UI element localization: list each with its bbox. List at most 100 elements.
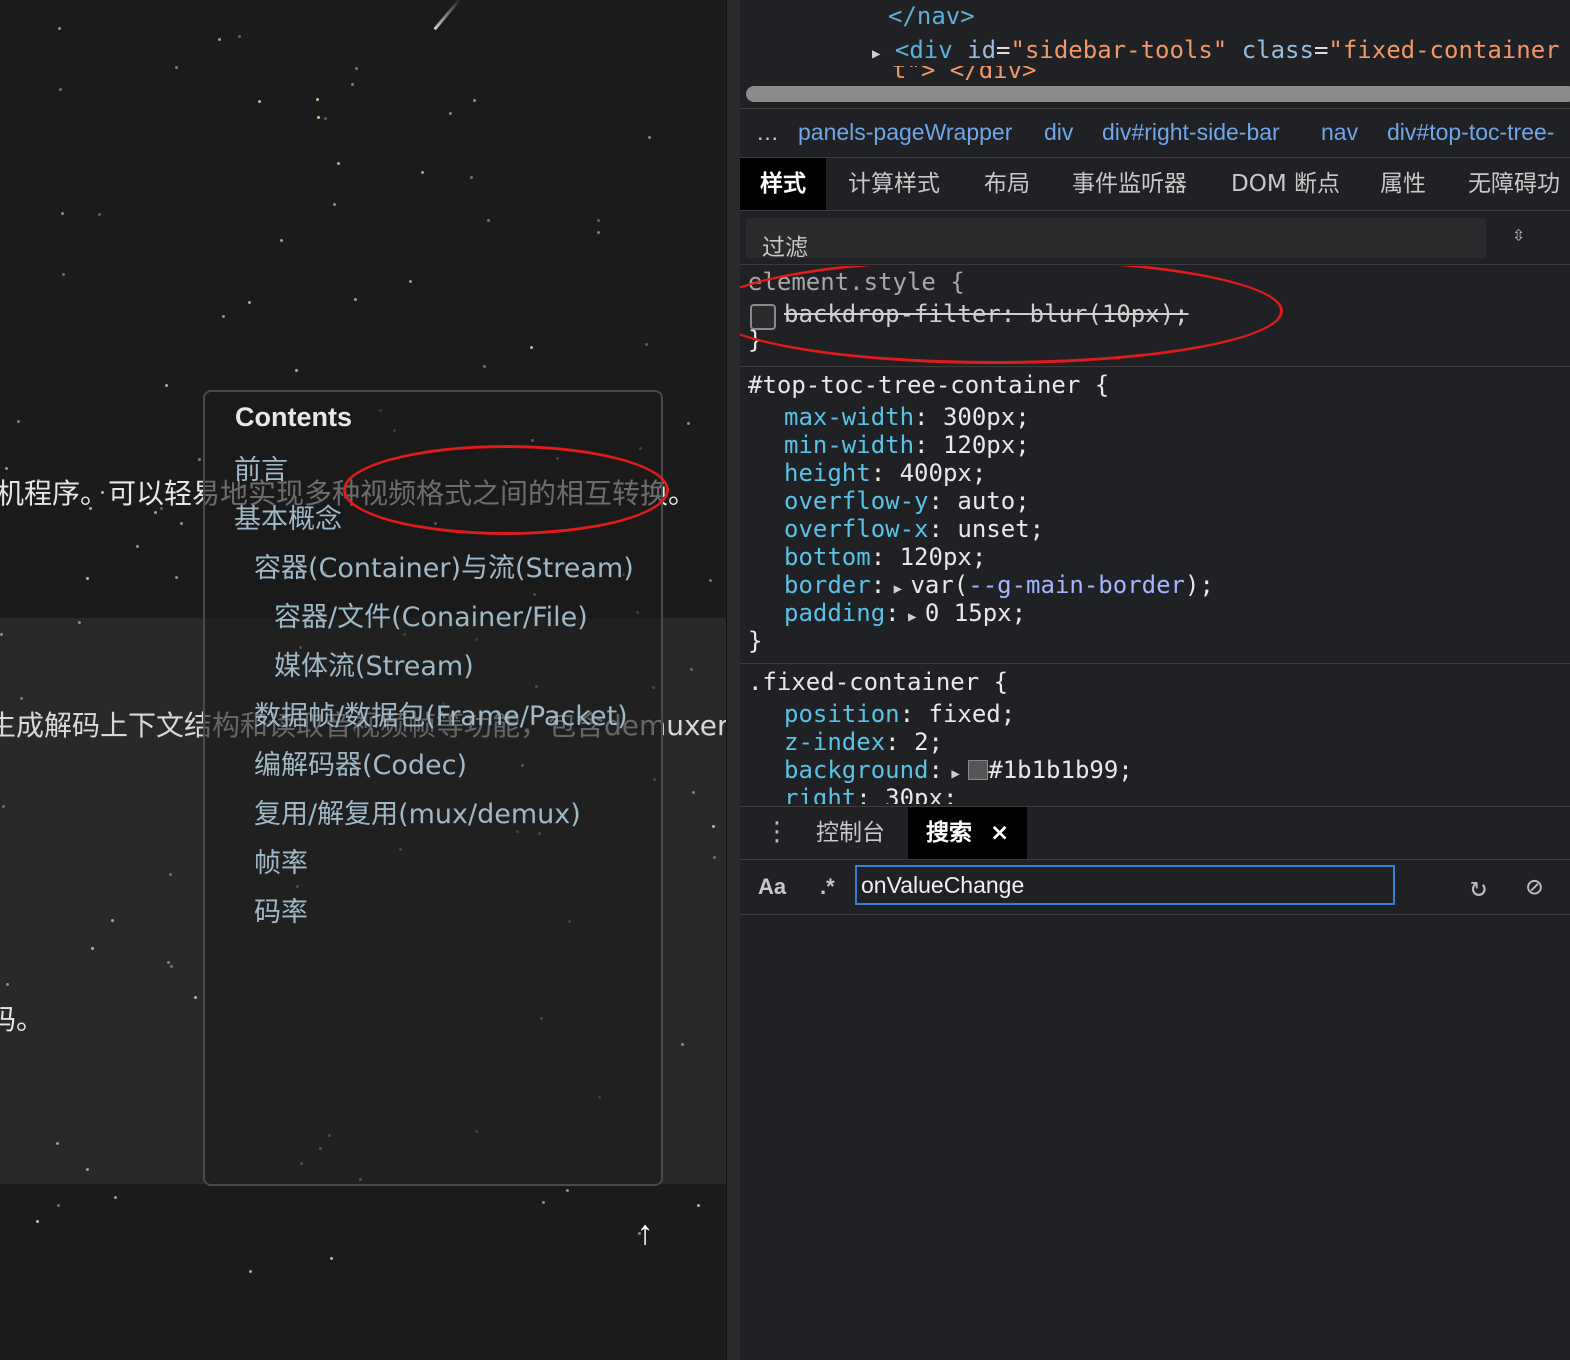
expand-triangle-icon: ▶ bbox=[942, 766, 969, 782]
star-dot bbox=[78, 621, 81, 624]
panel-splitter[interactable] bbox=[726, 0, 741, 1360]
star-dot bbox=[473, 99, 476, 102]
star-dot bbox=[20, 697, 23, 700]
search-bar: Aa .* ↻ ⊘ bbox=[740, 860, 1570, 915]
star-dot bbox=[648, 136, 651, 139]
declaration[interactable]: overflow-x: unset; bbox=[784, 515, 1044, 543]
tab-search[interactable]: 搜索 × bbox=[908, 807, 1028, 859]
refresh-icon[interactable]: ↻ bbox=[1470, 870, 1487, 903]
toc-item[interactable]: 基本概念 bbox=[234, 497, 342, 536]
star-dot bbox=[470, 176, 473, 179]
star-dot bbox=[330, 1257, 333, 1260]
declaration[interactable]: max-width: 300px; bbox=[784, 403, 1030, 431]
star-dot bbox=[194, 996, 197, 999]
toc-item[interactable]: 容器(Container)与流(Stream) bbox=[254, 546, 634, 585]
tab-layout[interactable]: 布局 bbox=[984, 158, 1030, 210]
layers-toggle-icon[interactable]: ⇳ bbox=[1512, 222, 1525, 247]
regex-toggle[interactable]: .* bbox=[820, 874, 835, 900]
star-dot bbox=[421, 171, 424, 174]
clear-icon[interactable]: ⊘ bbox=[1526, 870, 1543, 903]
star-dot bbox=[0, 633, 3, 636]
declaration[interactable]: overflow-y: auto; bbox=[784, 487, 1030, 515]
toc-item[interactable]: 复用/解复用(mux/demux) bbox=[254, 792, 581, 831]
star-dot bbox=[91, 947, 94, 950]
declaration[interactable]: min-width: 120px; bbox=[784, 431, 1030, 459]
tab-properties[interactable]: 属性 bbox=[1380, 158, 1426, 210]
star-dot bbox=[6, 983, 9, 986]
tab-styles[interactable]: 样式 bbox=[740, 158, 826, 210]
tab-console[interactable]: 控制台 bbox=[816, 807, 885, 859]
back-to-top-button[interactable]: ↑ bbox=[618, 1206, 672, 1260]
star-dot bbox=[2, 805, 5, 808]
star-dot bbox=[248, 301, 251, 304]
star-dot bbox=[61, 212, 64, 215]
breadcrumb-item[interactable]: panels-pageWrapper bbox=[798, 119, 1012, 146]
expand-triangle-icon: ▶ bbox=[885, 581, 911, 597]
tab-computed[interactable]: 计算样式 bbox=[848, 158, 940, 210]
star-dot bbox=[175, 66, 178, 69]
breadcrumb-item[interactable]: nav bbox=[1321, 119, 1358, 146]
more-options-icon[interactable]: ⋮ bbox=[764, 817, 790, 847]
toc-item[interactable]: 数据帧/数据包(Frame/Packet) bbox=[254, 694, 628, 733]
star-dot bbox=[280, 239, 283, 242]
declaration[interactable]: right: 30px; bbox=[784, 784, 957, 804]
color-swatch[interactable] bbox=[968, 760, 989, 780]
filter-input[interactable]: 过滤 bbox=[746, 218, 1486, 261]
elements-tree: </nav> ▶ <div id="sidebar-tools" class="… bbox=[740, 0, 1570, 80]
declaration[interactable]: z-index: 2; bbox=[784, 728, 943, 756]
star-dot bbox=[483, 365, 486, 368]
declaration[interactable]: bottom: 120px; bbox=[784, 543, 986, 571]
star-dot bbox=[167, 961, 170, 964]
star-dot bbox=[56, 1142, 59, 1145]
rule-top-toc-tree-container: #top-toc-tree-container { max-width: 300… bbox=[740, 367, 1570, 664]
declaration[interactable]: border: ▶ var(--g-main-border); bbox=[784, 571, 1214, 599]
tab-dom-breakpoints[interactable]: DOM 断点 bbox=[1231, 158, 1340, 210]
star-dot bbox=[180, 522, 183, 525]
styles-pane: element.style { backdrop-filter: blur(10… bbox=[740, 266, 1570, 804]
toc-item[interactable]: 帧率 bbox=[254, 841, 308, 880]
search-input[interactable] bbox=[855, 865, 1395, 905]
declaration[interactable]: padding: ▶ 0 15px; bbox=[784, 599, 1026, 627]
star-dot bbox=[165, 384, 168, 387]
breadcrumb-item[interactable]: div#top-toc-tree- bbox=[1387, 119, 1554, 146]
rule-close-brace: } bbox=[748, 627, 763, 655]
declaration[interactable]: height: 400px; bbox=[784, 459, 986, 487]
declaration[interactable]: background: ▶ #1b1b1b99; bbox=[784, 756, 1133, 784]
declaration[interactable]: position: fixed; bbox=[784, 700, 1015, 728]
tab-accessibility[interactable]: 无障碍功 bbox=[1468, 158, 1560, 210]
star-dot bbox=[114, 1196, 117, 1199]
dom-node-nav-close[interactable]: </nav> bbox=[888, 2, 975, 30]
rule-selector[interactable]: #top-toc-tree-container { bbox=[748, 371, 1109, 399]
toc-item[interactable]: 编解码器(Codec) bbox=[254, 743, 467, 782]
breadcrumb-item[interactable]: div#right-side-bar bbox=[1102, 119, 1280, 146]
star-dot bbox=[355, 67, 358, 70]
star-dot bbox=[597, 231, 600, 234]
star-dot bbox=[692, 791, 695, 794]
star-dot bbox=[36, 1220, 39, 1223]
star-dot bbox=[697, 1204, 700, 1207]
star-dot bbox=[449, 112, 452, 115]
rule-selector[interactable]: .fixed-container { bbox=[748, 668, 1008, 696]
star-dot bbox=[337, 162, 340, 165]
tab-event-listeners[interactable]: 事件监听器 bbox=[1072, 158, 1187, 210]
expand-triangle-icon[interactable]: ▶ bbox=[872, 46, 880, 62]
breadcrumb-item[interactable]: div bbox=[1044, 119, 1073, 146]
toc-item[interactable]: 容器/文件(Conainer/File) bbox=[274, 595, 588, 634]
star-dot bbox=[681, 1043, 684, 1046]
star-dot bbox=[5, 467, 8, 470]
star-dot bbox=[645, 343, 648, 346]
toc-item[interactable]: 码率 bbox=[254, 890, 308, 929]
dom-node-sidebar-tools[interactable]: ▶ <div id="sidebar-tools" class="fixed-c… bbox=[872, 36, 1560, 64]
star-dot bbox=[316, 98, 319, 101]
toc-item[interactable]: 前言 bbox=[234, 448, 288, 487]
styles-subtabs: 样式 计算样式 布局 事件监听器 DOM 断点 属性 无障碍功 bbox=[740, 158, 1570, 211]
toc-item[interactable]: 媒体流(Stream) bbox=[274, 644, 474, 683]
close-icon[interactable]: × bbox=[990, 820, 1009, 846]
star-dot bbox=[258, 100, 261, 103]
breadcrumb-overflow[interactable]: … bbox=[756, 119, 779, 146]
star-dot bbox=[324, 117, 327, 120]
match-case-toggle[interactable]: Aa bbox=[758, 874, 786, 900]
horizontal-scrollbar[interactable] bbox=[746, 86, 1570, 102]
star-dot bbox=[222, 315, 225, 318]
star-dot bbox=[333, 203, 336, 206]
